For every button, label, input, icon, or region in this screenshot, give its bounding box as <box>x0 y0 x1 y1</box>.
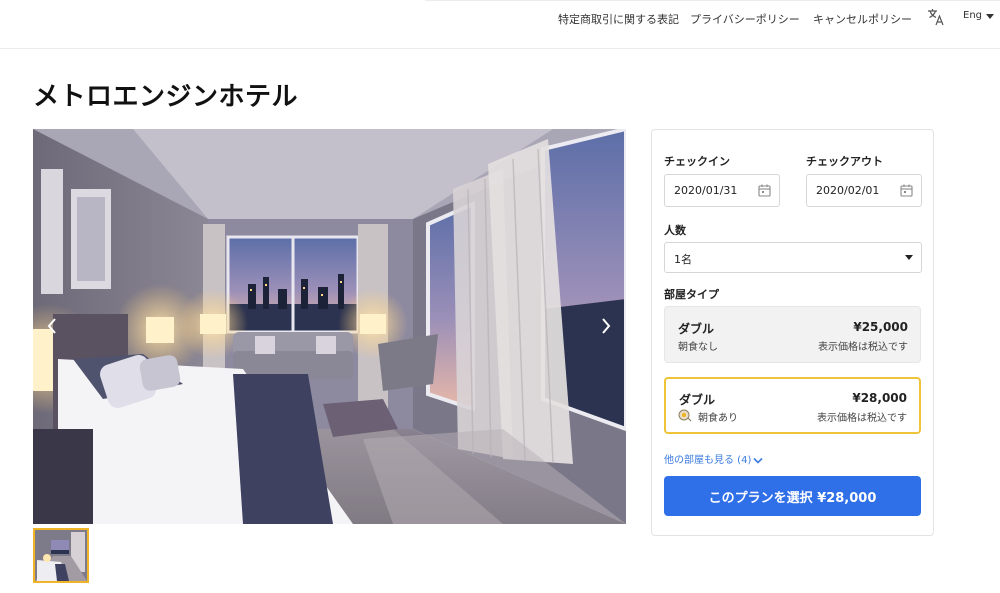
room-name: ダブル <box>679 393 716 407</box>
hotel-title: メトロエンジンホテル <box>33 82 299 112</box>
calendar-icon[interactable] <box>758 184 771 197</box>
guests-select[interactable]: 1名 <box>664 242 922 273</box>
room-name: ダブル <box>678 322 715 336</box>
tax-note: 表示価格は税込です <box>818 342 908 353</box>
checkin-label: チェックイン <box>664 155 730 168</box>
more-rooms-link[interactable]: 他の部屋も見る (4) <box>664 451 763 466</box>
chevron-down-icon <box>753 457 763 464</box>
checkin-date-value: 2020/01/31 <box>674 184 738 197</box>
room-price: ¥25,000 <box>853 320 908 334</box>
room-option-double-breakfast[interactable]: ダブル ¥28,000 朝食あり 表示価格は税込です <box>664 377 921 434</box>
gallery-thumbnail[interactable] <box>33 528 89 583</box>
room-option-double-no-breakfast[interactable]: ダブル ¥25,000 朝食なし 表示価格は税込です <box>664 306 921 363</box>
language-select[interactable]: Eng <box>963 10 982 21</box>
room-photo-illustration <box>33 129 626 524</box>
nav-link-commerce-law[interactable]: 特定商取引に関する表記 <box>558 11 679 27</box>
nav-link-cancel-policy[interactable]: キャンセルポリシー <box>813 11 912 27</box>
gallery-next-arrow[interactable] <box>598 314 614 338</box>
checkout-date-value: 2020/02/01 <box>816 184 880 197</box>
more-rooms-label: 他の部屋も見る (4) <box>664 455 752 466</box>
top-divider <box>425 0 1000 1</box>
booking-panel: チェックイン チェックアウト 2020/01/31 2020/02/01 人数 … <box>651 129 934 536</box>
nav-link-privacy-policy[interactable]: プライバシーポリシー <box>690 11 800 27</box>
breakfast-icon <box>678 409 692 422</box>
room-price: ¥28,000 <box>852 391 907 405</box>
room-meal: 朝食あり <box>698 413 738 424</box>
room-type-label: 部屋タイプ <box>664 288 719 301</box>
caret-down-icon[interactable] <box>905 255 913 260</box>
checkout-label: チェックアウト <box>806 155 883 168</box>
select-plan-button[interactable]: このプランを選択 ¥28,000 <box>664 476 921 516</box>
gallery-prev-arrow[interactable] <box>44 314 60 338</box>
checkin-date-field[interactable]: 2020/01/31 <box>664 174 780 207</box>
calendar-icon[interactable] <box>900 184 913 197</box>
tax-note: 表示価格は税込です <box>817 413 907 424</box>
caret-down-icon[interactable] <box>986 14 994 19</box>
guests-label: 人数 <box>664 224 686 237</box>
guests-value: 1名 <box>674 253 692 266</box>
hotel-photo <box>33 129 626 524</box>
translate-icon[interactable] <box>926 7 946 27</box>
checkout-date-field[interactable]: 2020/02/01 <box>806 174 922 207</box>
room-meal: 朝食なし <box>678 342 718 353</box>
